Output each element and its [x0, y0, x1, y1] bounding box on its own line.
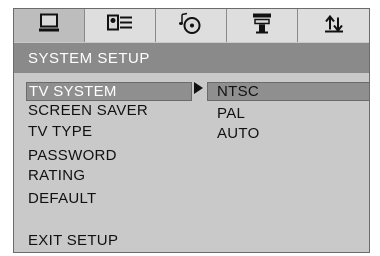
speaker-icon	[250, 12, 274, 39]
tab-system-setup[interactable]	[14, 9, 85, 42]
option-pal[interactable]: PAL	[217, 105, 245, 122]
tab-video-setup[interactable]	[227, 9, 298, 42]
menu-item-default[interactable]: DEFAULT	[28, 190, 97, 207]
menu-item-rating[interactable]: RATING	[28, 167, 85, 184]
option-ntsc[interactable]: NTSC	[207, 82, 369, 101]
option-auto[interactable]: AUTO	[217, 125, 260, 142]
menu-item-tv-type[interactable]: TV TYPE	[28, 123, 92, 140]
swap-arrows-icon	[323, 13, 345, 38]
monitor-icon	[37, 13, 61, 38]
tab-bar	[14, 9, 369, 42]
id-card-icon	[105, 13, 135, 38]
music-disc-icon	[179, 12, 203, 39]
menu-item-screen-saver[interactable]: SCREEN SAVER	[28, 102, 148, 119]
tab-exit-setup[interactable]	[298, 9, 369, 42]
menu-item-exit-setup[interactable]: EXIT SETUP	[28, 232, 118, 249]
menu-item-tv-system[interactable]: TV SYSTEM	[26, 82, 192, 101]
submenu-arrow-icon	[194, 82, 203, 94]
page-title: SYSTEM SETUP	[28, 50, 150, 67]
tab-audio-setup[interactable]	[156, 9, 227, 42]
menu-item-password[interactable]: PASSWORD	[28, 147, 117, 164]
setup-panel: SYSTEM SETUP TV SYSTEM SCREEN SAVER TV T…	[13, 8, 370, 253]
tab-language-setup[interactable]	[85, 9, 156, 42]
page-title-bar: SYSTEM SETUP	[14, 43, 369, 73]
